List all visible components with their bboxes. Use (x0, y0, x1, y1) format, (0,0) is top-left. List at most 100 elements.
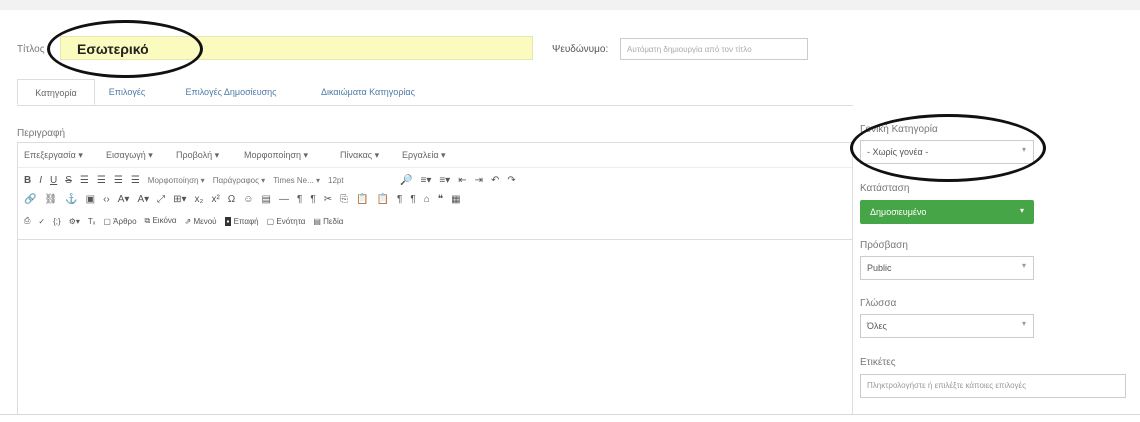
image-button[interactable]: ⧉ Εικόνα (145, 216, 177, 226)
article-button[interactable]: ▢ Άρθρο (103, 217, 136, 226)
format-select[interactable]: Μορφοποίηση ▾ (148, 176, 205, 185)
language-value: Όλες (867, 321, 887, 331)
paste-text-icon[interactable]: 📋 (377, 194, 389, 205)
annotation-ellipse-title (47, 20, 203, 78)
fields-button-label: Πεδία (323, 216, 344, 226)
status-value: Δημοσιευμένο (870, 207, 927, 217)
contact-button-label: Επαφή (233, 216, 259, 226)
fullscreen-icon[interactable]: ⤢ (157, 194, 165, 205)
status-select[interactable]: Δημοσιευμένο ▾ (860, 200, 1034, 224)
redo-icon[interactable]: ↷ (507, 175, 515, 186)
article-button-label: Άρθρο (113, 216, 137, 226)
copy-icon[interactable]: ⎘ (340, 194, 348, 205)
numbered-list-icon[interactable]: ≡▾ (439, 175, 450, 186)
language-label: Γλώσσα (860, 298, 897, 309)
access-select[interactable]: Public ▾ (860, 256, 1034, 280)
print-icon[interactable]: ⎙ (24, 216, 30, 226)
menu-table[interactable]: Πίνακας ▾ (340, 150, 379, 161)
bullet-list-icon[interactable]: ≡▾ (420, 175, 431, 186)
tab-options[interactable]: Επιλογές (97, 79, 157, 105)
outdent-icon[interactable]: ⇤ (458, 175, 466, 186)
module-button-label: Ενότητα (276, 216, 306, 226)
chevron-down-icon: ▾ (1021, 319, 1026, 328)
settings-icon[interactable]: ⚙▾ (69, 217, 80, 226)
align-right-icon[interactable]: ☰ (114, 175, 123, 186)
align-justify-icon[interactable]: ☰ (131, 175, 140, 186)
template-icon[interactable]: ⌂ (424, 194, 430, 205)
menu-button[interactable]: ⇗ Μενού (185, 217, 217, 226)
align-left-icon[interactable]: ☰ (80, 175, 89, 186)
tab-permissions[interactable]: Δικαιώματα Κατηγορίας (305, 79, 431, 105)
rich-text-editor: Επεξεργασία ▾ Εισαγωγή ▾ Προβολή ▾ Μορφο… (17, 142, 853, 414)
image-icon[interactable]: ▣ (86, 194, 95, 205)
preview-icon[interactable]: ▦ (451, 194, 460, 205)
italic-icon[interactable]: I (39, 175, 42, 186)
menu-edit[interactable]: Επεξεργασία ▾ (24, 150, 83, 161)
chevron-down-icon: ▾ (1019, 206, 1024, 215)
undo-icon[interactable]: ↶ (491, 175, 499, 186)
menu-insert[interactable]: Εισαγωγή ▾ (106, 150, 153, 161)
alias-input[interactable]: Αυτόματη δημιουργία από τον τίτλο (620, 38, 808, 60)
quote-icon[interactable]: ❝ (438, 194, 443, 205)
access-value: Public (867, 263, 892, 273)
font-size-select[interactable]: 12pt (328, 176, 392, 185)
menu-button-label: Μενού (193, 216, 217, 226)
top-bar (0, 0, 1140, 10)
ltr-icon[interactable]: ¶ (297, 194, 302, 205)
indent-icon[interactable]: ⇥ (475, 175, 483, 186)
editor-menubar: Επεξεργασία ▾ Εισαγωγή ▾ Προβολή ▾ Μορφο… (18, 143, 852, 168)
menu-format[interactable]: Μορφοποίηση ▾ (244, 150, 308, 161)
background-color-icon[interactable]: A▾ (137, 194, 149, 205)
rtl-icon[interactable]: ¶ (310, 194, 315, 205)
paragraph-select[interactable]: Παράγραφος ▾ (213, 176, 265, 185)
unlink-icon[interactable]: ⛓ (44, 194, 57, 205)
tab-category[interactable]: Κατηγορία (17, 79, 95, 105)
contact-button[interactable]: ▪ Επαφή (224, 216, 259, 226)
emoticons-icon[interactable]: ☺ (243, 194, 253, 205)
font-select[interactable]: Times Ne... ▾ (273, 176, 320, 185)
toolbar-row-3: ⎙ ✓ {;} ⚙▾ Tₓ ▢ Άρθρο ⧉ Εικόνα ⇗ Μενού ▪… (24, 214, 343, 228)
find-replace-icon[interactable]: 🔎 (400, 175, 412, 186)
code-icon[interactable]: ‹› (103, 194, 110, 205)
align-center-icon[interactable]: ☰ (97, 175, 106, 186)
annotation-ellipse-parent (850, 114, 1046, 182)
show-blocks-icon[interactable]: ¶ (397, 194, 402, 205)
description-label: Περιγραφή (17, 128, 66, 139)
visual-chars-icon[interactable]: ¶ (410, 194, 415, 205)
tab-bar: Κατηγορία Επιλογές Επιλογές Δημοσίευσης … (17, 79, 853, 106)
tab-publishing-options[interactable]: Επιλογές Δημοσίευσης (165, 79, 297, 105)
toolbar-row-2: 🔗 ⛓ ⚓ ▣ ‹› A▾ A▾ ⤢ ⊞▾ x₂ x² Ω ☺ ▤ — ¶ ¶ … (24, 192, 461, 206)
link-icon[interactable]: 🔗 (24, 194, 36, 205)
subscript-icon[interactable]: x₂ (195, 194, 204, 205)
tags-input[interactable]: Πληκτρολογήστε ή επιλέξτε κάποιες επιλογ… (860, 374, 1126, 398)
toolbar-row-1: B I U S ☰ ☰ ☰ ☰ Μορφοποίηση ▾ Παράγραφος… (24, 173, 516, 187)
special-char-icon[interactable]: Ω (228, 194, 235, 205)
language-select[interactable]: Όλες ▾ (860, 314, 1034, 338)
fields-button[interactable]: ▤ Πεδία (313, 217, 343, 226)
menu-tools[interactable]: Εργαλεία ▾ (402, 150, 446, 161)
access-label: Πρόσβαση (860, 240, 908, 251)
module-button[interactable]: ▢ Ενότητα (267, 217, 306, 226)
alias-label: Ψευδώνυμο: (552, 44, 609, 55)
clear-format-icon[interactable]: Tₓ (88, 217, 96, 226)
pagebreak-icon[interactable]: {;} (53, 217, 61, 226)
tags-label: Ετικέτες (860, 357, 896, 368)
table-icon[interactable]: ⊞▾ (173, 194, 186, 205)
editor-content-area[interactable] (18, 239, 852, 416)
bold-icon[interactable]: B (24, 175, 31, 186)
chevron-down-icon: ▾ (1021, 261, 1026, 270)
anchor-icon[interactable]: ⚓ (65, 194, 77, 205)
underline-icon[interactable]: U (50, 175, 57, 186)
paste-icon[interactable]: 📋 (356, 194, 368, 205)
horizontal-rule-icon[interactable]: — (279, 194, 289, 205)
title-label: Τίτλος (17, 44, 45, 55)
media-icon[interactable]: ▤ (261, 194, 270, 205)
spellcheck-icon[interactable]: ✓ (38, 217, 45, 226)
superscript-icon[interactable]: x² (211, 194, 219, 205)
strikethrough-icon[interactable]: S (65, 175, 72, 186)
menu-view[interactable]: Προβολή ▾ (176, 150, 219, 161)
cut-icon[interactable]: ✂ (324, 194, 332, 205)
text-color-icon[interactable]: A▾ (118, 194, 130, 205)
bottom-divider (0, 414, 1140, 415)
image-button-label: Εικόνα (152, 216, 177, 225)
